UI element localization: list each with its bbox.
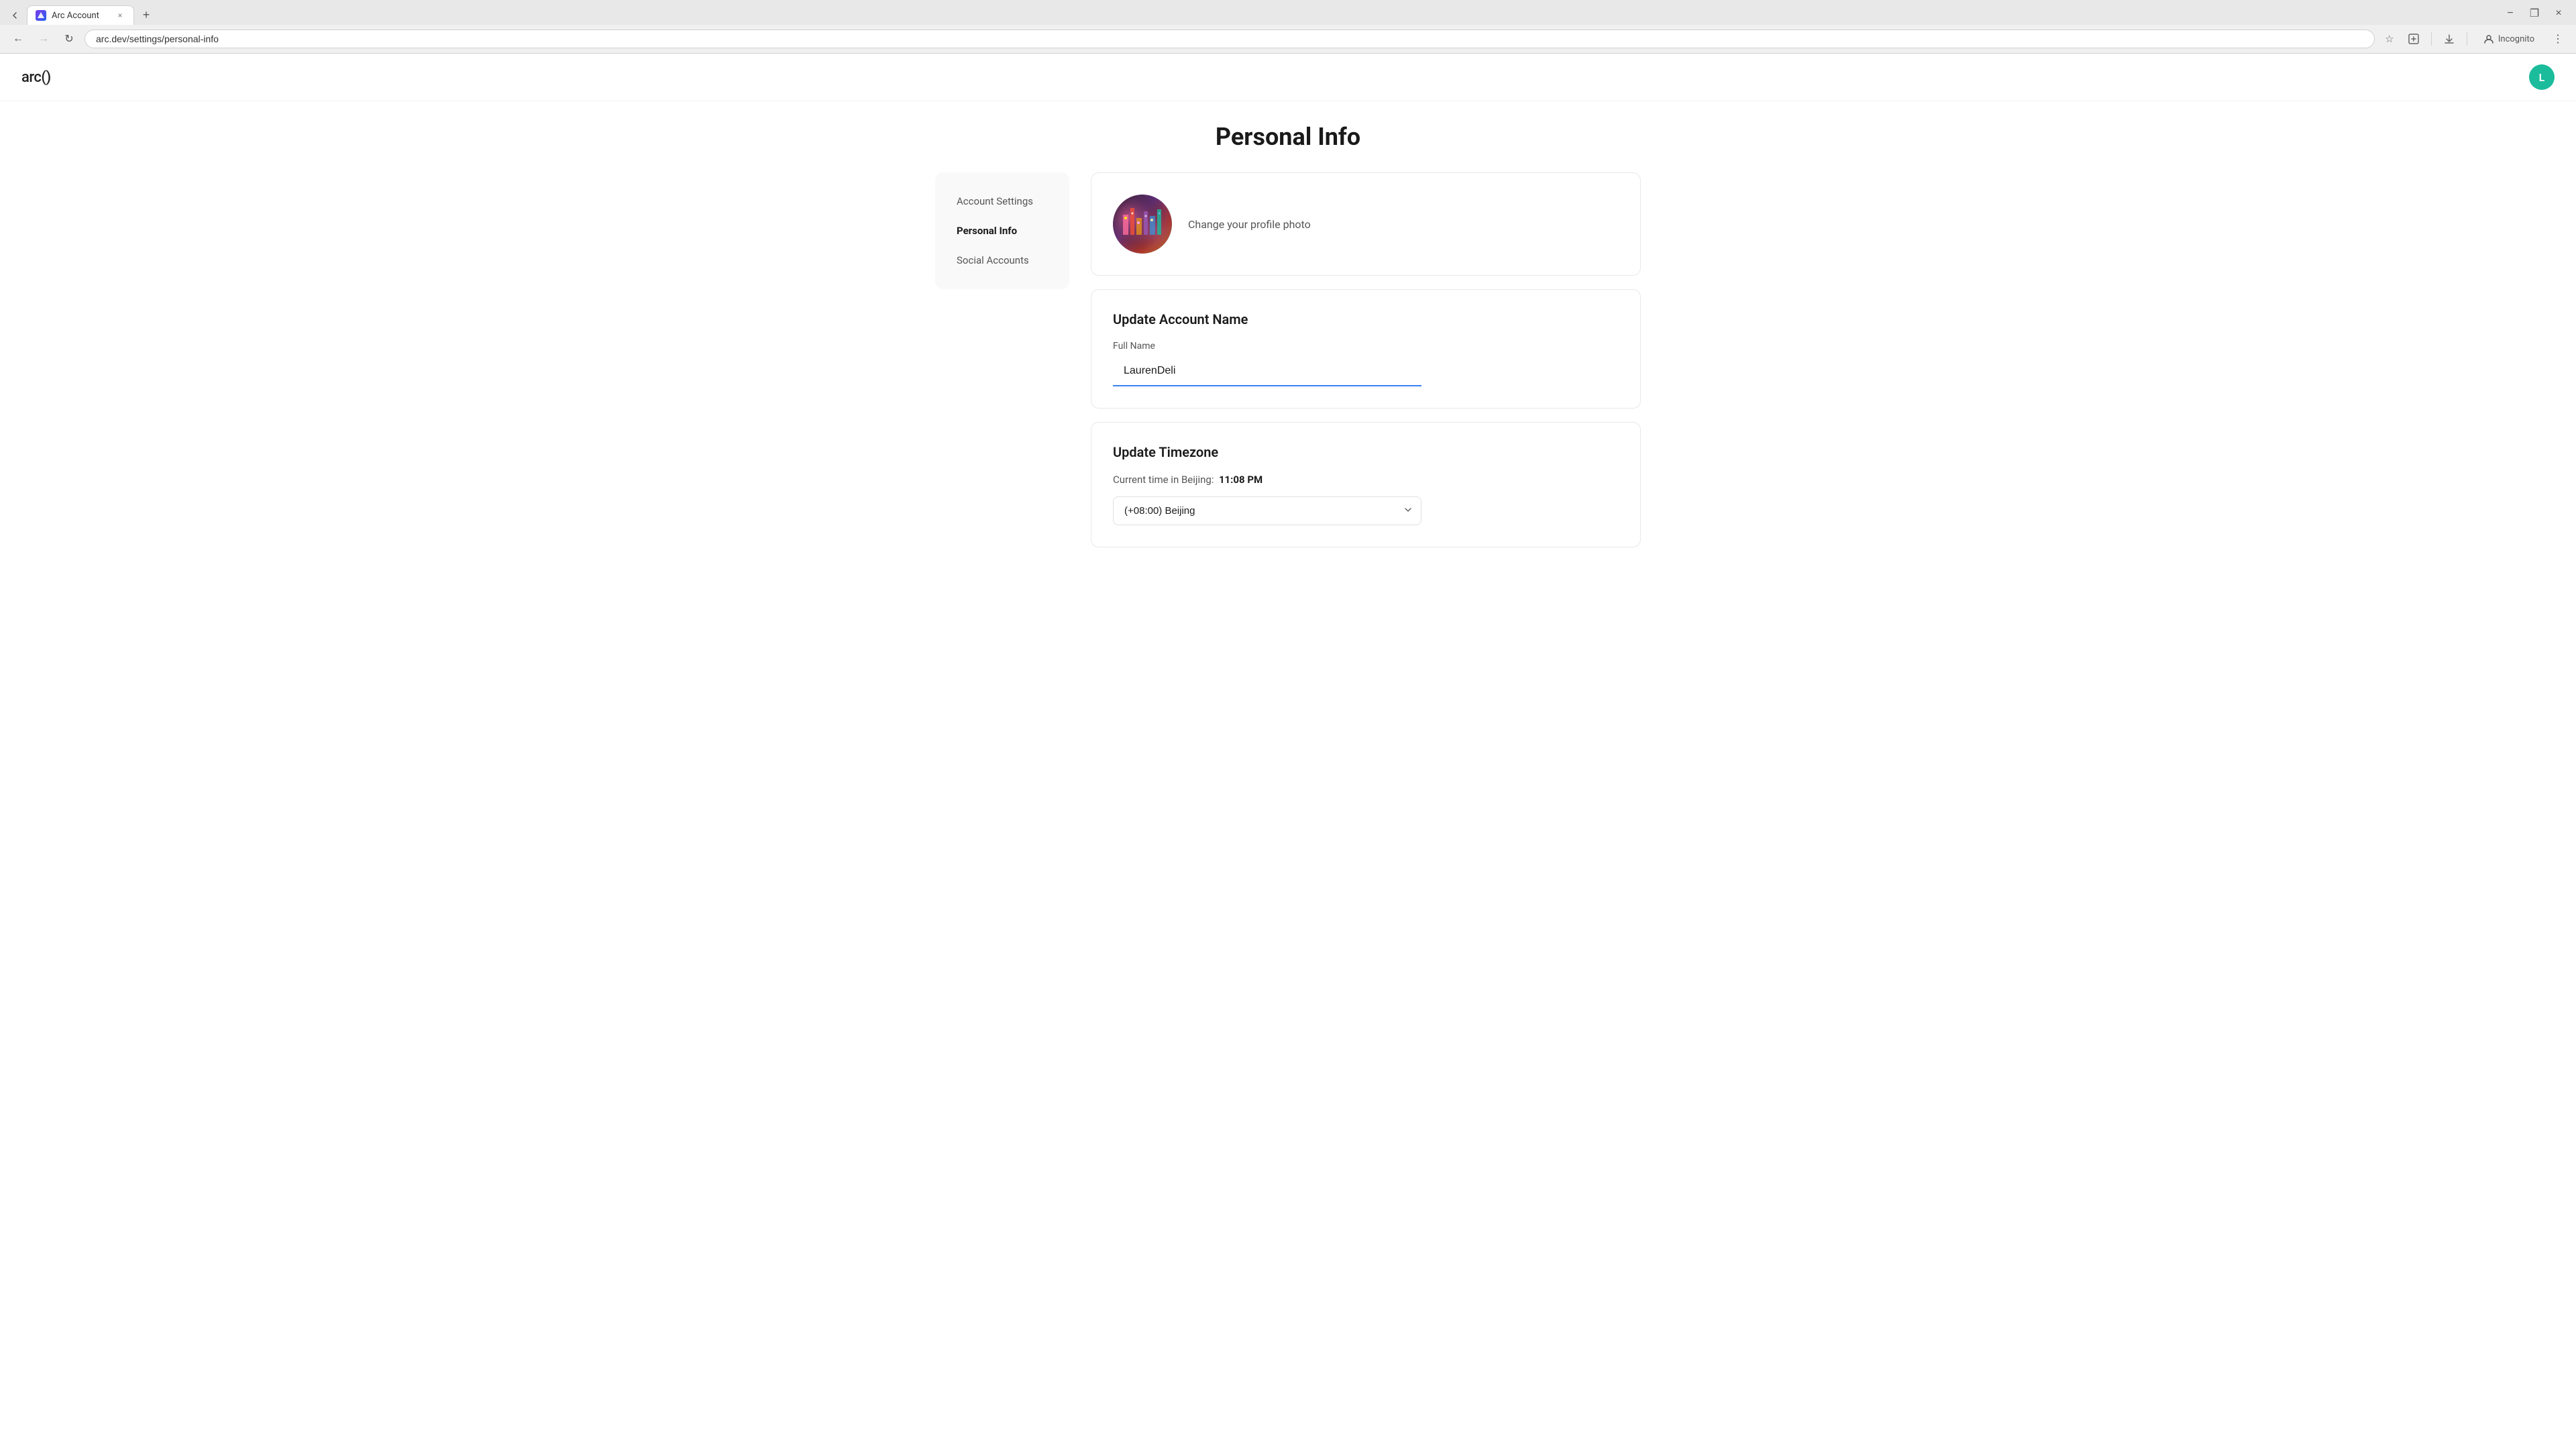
app-container: arc() L Personal Info Account Settings P… [0,54,2576,569]
minimize-button[interactable]: − [2501,4,2520,23]
update-name-card: Update Account Name Full Name [1091,289,1641,409]
user-avatar[interactable]: L [2529,64,2555,90]
tab-title: Arc Account [52,11,109,21]
address-input[interactable] [96,34,2363,44]
tab-favicon [36,10,46,21]
bookmark-button[interactable]: ☆ [2380,30,2399,48]
maximize-button[interactable]: ❐ [2525,4,2544,23]
address-bar[interactable] [85,30,2375,48]
profile-avatar[interactable] [1113,195,1172,254]
full-name-label: Full Name [1113,341,1619,352]
full-name-input[interactable] [1113,357,1421,386]
extensions-button[interactable] [2404,30,2423,48]
app-header: arc() L [0,54,2576,101]
page-title: Personal Info [935,123,1641,151]
tab-close-button[interactable]: × [115,10,125,21]
main-content: Personal Info Account Settings Personal … [919,101,1657,569]
sidebar: Account Settings Personal Info Social Ac… [935,172,1069,289]
profile-photo-card: Change your profile photo [1091,172,1641,276]
current-time-value: 11:08 PM [1219,474,1263,486]
change-photo-text[interactable]: Change your profile photo [1188,218,1311,231]
incognito-badge[interactable]: Incognito [2475,31,2542,47]
sidebar-item-social-accounts[interactable]: Social Accounts [941,246,1064,274]
content-layout: Account Settings Personal Info Social Ac… [935,172,1641,547]
update-name-title: Update Account Name [1113,311,1619,327]
timezone-info: Current time in Beijing: 11:08 PM [1113,474,1619,486]
update-timezone-card: Update Timezone Current time in Beijing:… [1091,422,1641,547]
new-tab-button[interactable]: + [137,6,156,25]
sidebar-item-personal-info[interactable]: Personal Info [941,217,1064,245]
incognito-label: Incognito [2498,34,2534,44]
full-name-group: Full Name [1113,341,1619,386]
close-window-button[interactable]: × [2549,4,2568,23]
timezone-select-wrapper: (+08:00) Beijing(+00:00) UTC(-05:00) Eas… [1113,496,1421,525]
browser-tab-arc-account[interactable]: Arc Account × [27,5,134,25]
cards-area: Change your profile photo Update Account… [1091,172,1641,547]
refresh-button[interactable]: ↻ [59,29,79,49]
timezone-select[interactable]: (+08:00) Beijing(+00:00) UTC(-05:00) Eas… [1113,496,1421,525]
back-button[interactable]: ← [8,29,28,49]
browser-menu-button[interactable]: ⋮ [2548,29,2568,49]
download-button[interactable] [2440,30,2459,48]
forward-button[interactable]: → [34,29,54,49]
profile-photo-row: Change your profile photo [1113,195,1619,254]
tab-nav-prev-button[interactable] [5,6,24,25]
app-logo: arc() [21,69,51,86]
sidebar-item-account-settings[interactable]: Account Settings [941,187,1064,215]
update-timezone-title: Update Timezone [1113,444,1619,460]
